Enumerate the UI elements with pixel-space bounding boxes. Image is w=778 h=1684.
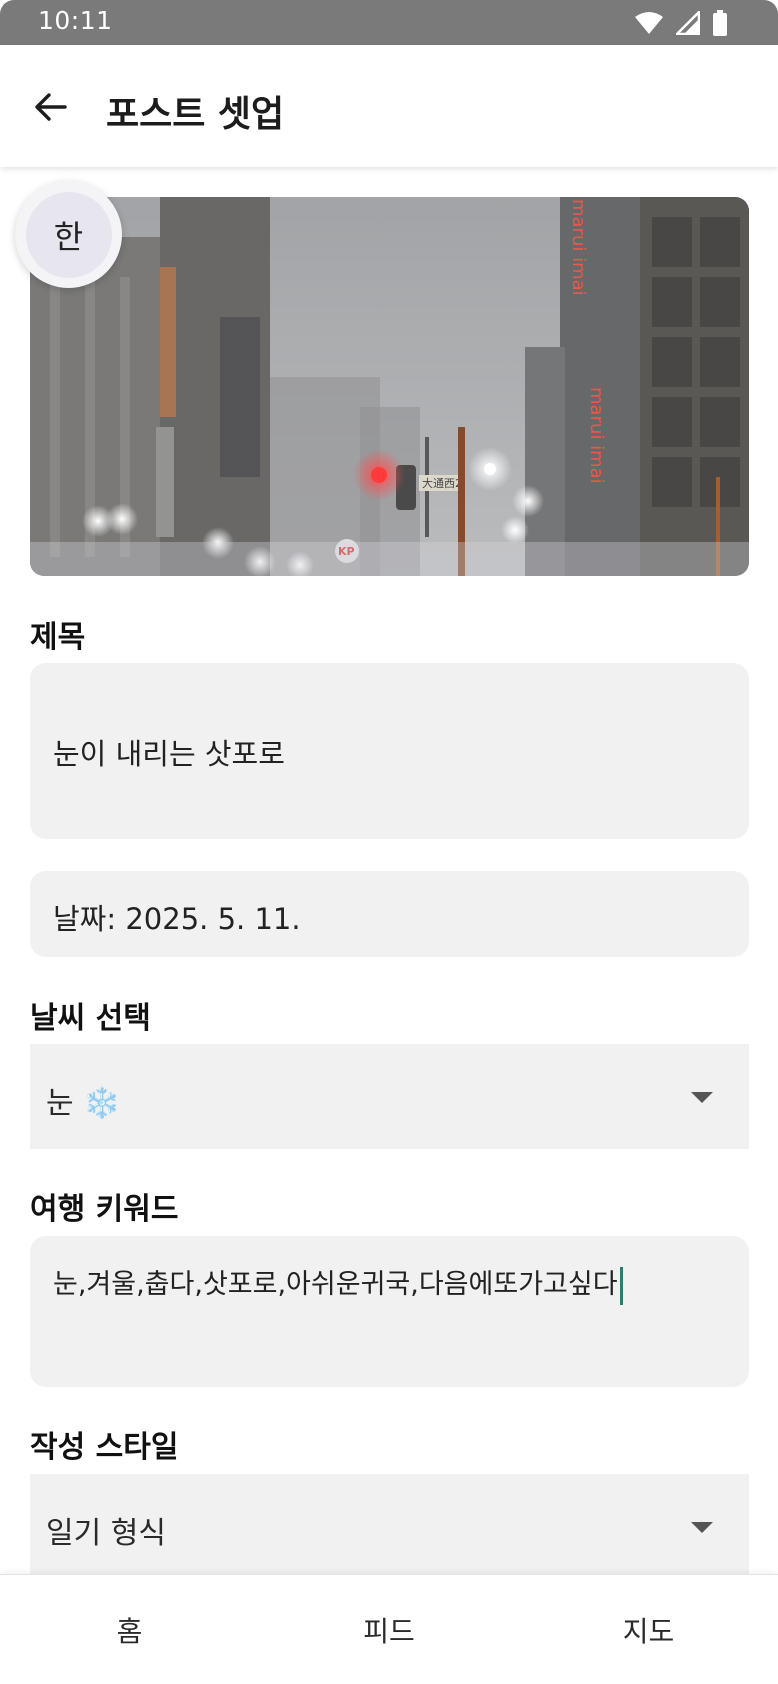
style-select[interactable]: 일기 형식 — [30, 1474, 749, 1574]
snowflake-icon: ❄️ — [83, 1086, 121, 1121]
back-button[interactable] — [26, 83, 74, 131]
dropdown-arrow-icon — [691, 1522, 713, 1533]
keywords-input-value: 눈,겨울,춥다,삿포로,아쉬운귀국,다음에또가고싶다 — [53, 1262, 623, 1305]
weather-value-text: 눈 — [46, 1086, 74, 1121]
snowy-street-image: marui imai marui imai 大通西2 KP — [30, 197, 749, 576]
date-text: 날짜: 2025. 5. 11. — [53, 902, 301, 936]
page-title: 포스트 셋업 — [106, 94, 285, 135]
dropdown-arrow-icon — [691, 1092, 713, 1103]
battery-icon — [713, 10, 727, 36]
status-bar: 10:11 — [0, 0, 778, 45]
post-photo[interactable]: marui imai marui imai 大通西2 KP — [30, 197, 749, 576]
date-field[interactable]: 날짜: 2025. 5. 11. — [30, 871, 749, 957]
wifi-icon — [635, 12, 663, 34]
weather-label: 날씨 선택 — [30, 1001, 151, 1036]
bottom-navigation: 홈 피드 지도 — [0, 1574, 778, 1684]
title-label: 제목 — [30, 620, 86, 655]
language-toggle-button[interactable]: 한 — [15, 181, 122, 288]
style-label: 작성 스타일 — [30, 1430, 179, 1465]
nav-home-label: 홈 — [116, 1615, 143, 1648]
weather-select[interactable]: 눈 ❄️ — [30, 1044, 749, 1149]
keywords-text: 눈,겨울,춥다,삿포로,아쉬운귀국,다음에또가고싶다 — [53, 1269, 618, 1300]
nav-home[interactable]: 홈 — [0, 1575, 259, 1684]
nav-feed[interactable]: 피드 — [259, 1575, 519, 1684]
title-input-value: 눈이 내리는 삿포로 — [53, 737, 285, 771]
title-input[interactable]: 눈이 내리는 삿포로 — [30, 663, 749, 839]
nav-map[interactable]: 지도 — [519, 1575, 778, 1684]
app-bar: 포스트 셋업 — [0, 45, 778, 167]
language-label: 한 — [25, 191, 112, 278]
arrow-back-icon — [35, 93, 67, 121]
text-cursor — [619, 1266, 623, 1305]
nav-feed-label: 피드 — [363, 1615, 415, 1648]
status-icons — [634, 10, 728, 36]
signal-icon — [676, 11, 700, 35]
style-select-value: 일기 형식 — [46, 1516, 166, 1551]
status-time: 10:11 — [38, 6, 113, 35]
keywords-input[interactable]: 눈,겨울,춥다,삿포로,아쉬운귀국,다음에또가고싶다 — [30, 1236, 749, 1387]
keywords-label: 여행 키워드 — [30, 1192, 179, 1227]
weather-select-value: 눈 ❄️ — [46, 1078, 121, 1122]
nav-map-label: 지도 — [622, 1615, 675, 1648]
